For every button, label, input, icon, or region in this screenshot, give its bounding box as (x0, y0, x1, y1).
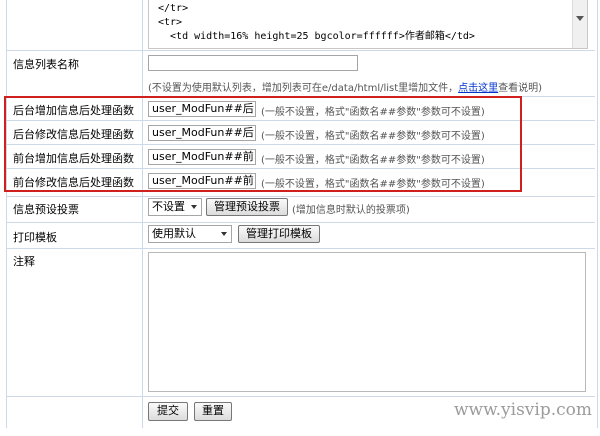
print-label: 打印模板 (13, 231, 57, 244)
chevron-down-icon (221, 232, 227, 236)
scroll-down-icon[interactable] (576, 16, 584, 21)
vote-label: 信息预设投票 (13, 203, 79, 216)
code-line: </tr> (158, 3, 189, 14)
note-textarea[interactable] (148, 252, 586, 392)
code-line: <tr> (158, 17, 183, 28)
editor-scrollbar[interactable] (572, 0, 587, 48)
help-link[interactable]: 点击这里 (458, 83, 498, 94)
list-name-input[interactable] (148, 55, 358, 71)
vote-hint: (增加信息时默认的投票项) (292, 205, 410, 216)
note-label: 注释 (13, 255, 35, 268)
reset-button[interactable]: 重置 (194, 402, 232, 421)
vote-select[interactable]: 不设置 (148, 198, 202, 216)
highlight-box (4, 96, 522, 192)
submit-button[interactable]: 提交 (148, 402, 188, 421)
manage-print-button[interactable]: 管理打印模板 (238, 225, 320, 243)
manage-vote-button[interactable]: 管理预设投票 (206, 198, 288, 216)
list-name-hint: (不设置为使用默认列表，增加列表可在e/data/html/list里增加文件，… (148, 83, 543, 94)
chevron-down-icon (191, 205, 197, 209)
template-code-editor[interactable]: </tr> <tr> <td width=16% height=25 bgcol… (148, 0, 588, 49)
code-line: <td width=16% height=25 bgcolor=ffffff>作… (158, 31, 475, 42)
print-select[interactable]: 使用默认 (148, 225, 232, 243)
watermark: www.yisvip.com (453, 400, 592, 420)
list-name-label: 信息列表名称 (13, 58, 79, 71)
